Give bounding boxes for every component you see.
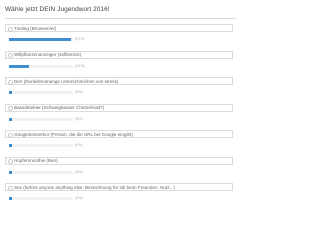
radio-button-icon[interactable] <box>8 26 13 32</box>
radio-button-icon[interactable] <box>8 79 13 85</box>
poll-option-choice[interactable]: Hopfenmoothie (Bier) <box>5 156 233 165</box>
result-bar-track <box>9 38 73 41</box>
result-percent: (97%) <box>75 37 85 41</box>
poll-title: Wähle jetzt DEIN Jugendwort 2016! <box>5 6 110 13</box>
poll-option-choice[interactable]: Tinding (Browsen/er) <box>5 24 233 32</box>
poll-option-label: Googlebesserbor (Person, die die URL bei… <box>14 131 133 137</box>
poll-option: Den (Dunkelmomenge Unterschreichen von s… <box>5 77 234 100</box>
poll-option: Bassdetekter (Schweigbasser Charterlead?… <box>5 103 234 127</box>
poll-option: Hopfenmoothie (Bier) (4%) <box>5 156 234 180</box>
radio-button-icon[interactable] <box>8 185 13 191</box>
poll-option: Googlebesserbor (Person, die die URL bei… <box>5 130 234 153</box>
result-percent: (5%) <box>75 90 83 94</box>
poll-option-label: Willpflanzenanzeiger (selfieerick) <box>14 52 82 57</box>
poll-option-label: Sex (before anyone anything else: Bezeic… <box>14 184 175 190</box>
result-bar-fill <box>9 197 12 200</box>
result-bar-fill <box>9 91 13 94</box>
title-divider <box>5 18 236 19</box>
result-bar-track <box>9 144 73 147</box>
radio-button-icon[interactable] <box>8 159 13 164</box>
result-bar-track <box>9 117 73 121</box>
poll-option-label: Hopfenmoothie (Bier) <box>14 158 58 163</box>
result-bar-fill <box>9 64 30 68</box>
poll-option: Sex (before anyone anything else: Bezeic… <box>5 183 234 206</box>
result-percent: (4%) <box>75 143 83 147</box>
poll-option-choice[interactable]: Googlebesserbor (Person, die die URL bei… <box>5 130 233 138</box>
poll-option-label: Den (Dunkelmomenge Unterschreichen von s… <box>14 78 119 84</box>
result-bar-fill <box>9 38 72 41</box>
result-bar-fill <box>9 144 12 147</box>
poll-option: Willpflanzenanzeiger (selfieerick) (32%) <box>5 50 234 74</box>
radio-button-icon[interactable] <box>8 132 13 138</box>
radio-button-icon[interactable] <box>8 53 13 58</box>
poll-option-label: Bassdetekter (Schweigbasser Charterlead?… <box>14 105 105 110</box>
result-percent: (32%) <box>75 63 85 68</box>
poll-option-choice[interactable]: Sex (before anyone anything else: Bezeic… <box>5 183 233 191</box>
result-bar-track <box>9 197 73 200</box>
result-percent: (5%) <box>75 116 83 121</box>
poll-option-label: Tinding (Browsen/er) <box>14 25 57 31</box>
radio-button-icon[interactable] <box>8 106 13 111</box>
result-bar-track <box>9 64 73 68</box>
result-bar-fill <box>9 170 12 174</box>
result-percent: (4%) <box>75 169 83 174</box>
result-percent: (4%) <box>75 196 83 200</box>
poll-options: Tinding (Browsen/er) (97%) Willpflanzena… <box>5 24 234 210</box>
poll-option: Tinding (Browsen/er) (97%) <box>5 24 234 47</box>
poll-option-choice[interactable]: Bassdetekter (Schweigbasser Charterlead?… <box>5 103 233 112</box>
poll-option-choice[interactable]: Den (Dunkelmomenge Unterschreichen von s… <box>5 77 233 85</box>
poll-option-choice[interactable]: Willpflanzenanzeiger (selfieerick) <box>5 50 233 59</box>
result-bar-track <box>9 170 73 174</box>
result-bar-fill <box>9 117 13 121</box>
result-bar-track <box>9 91 73 94</box>
